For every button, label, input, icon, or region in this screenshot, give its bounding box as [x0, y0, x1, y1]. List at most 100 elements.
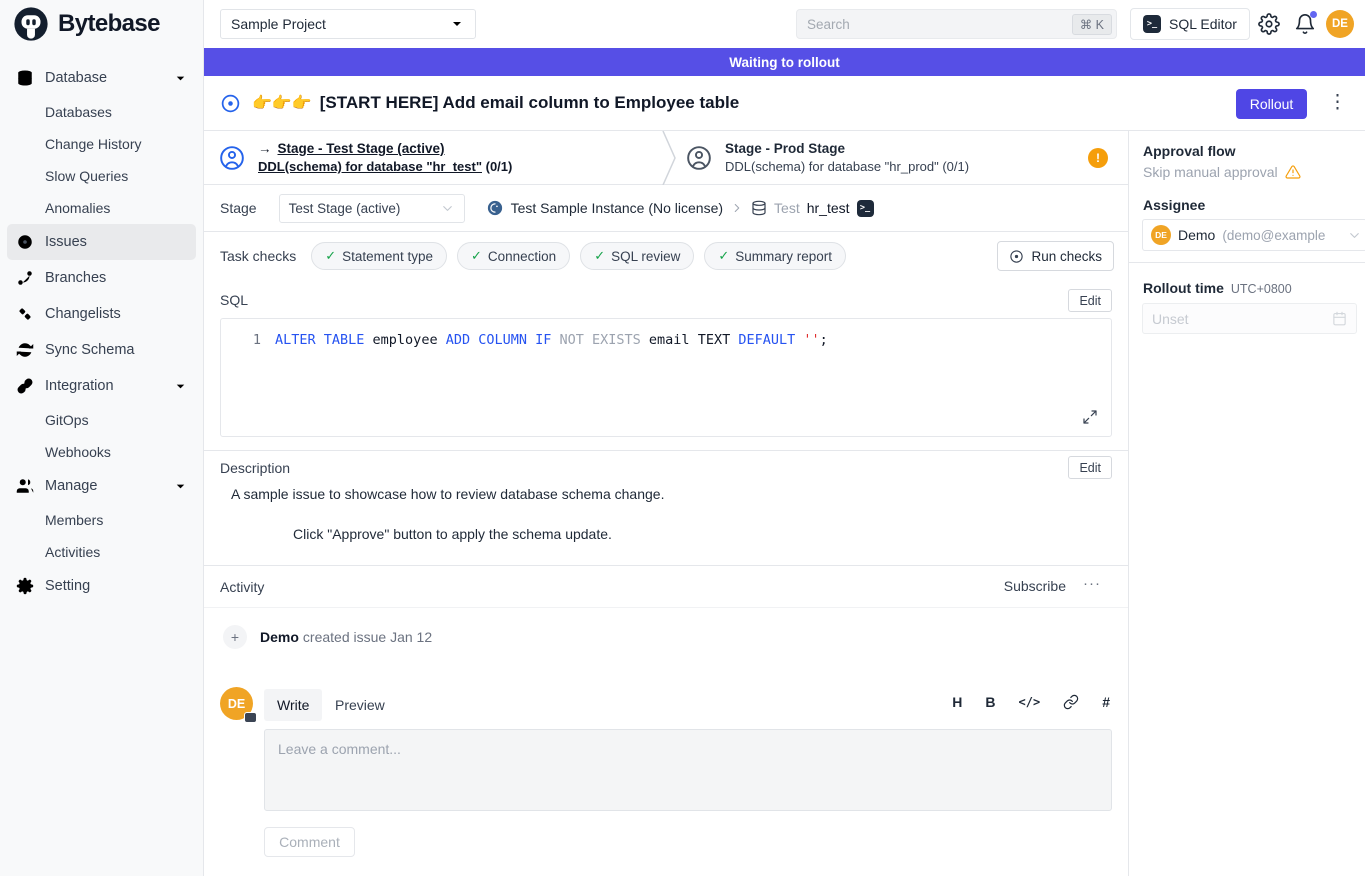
sidebar-item-slow-queries[interactable]: Slow Queries: [7, 160, 196, 192]
sql-edit-button[interactable]: Edit: [1068, 289, 1112, 312]
sidebar-item-anomalies[interactable]: Anomalies: [7, 192, 196, 224]
description-edit-button[interactable]: Edit: [1068, 456, 1112, 479]
code-icon[interactable]: </>: [1019, 695, 1041, 709]
section-divider: [204, 565, 1128, 566]
chevron-down-icon: [1347, 228, 1362, 243]
user-avatar[interactable]: DE: [1326, 10, 1354, 38]
bytebase-logo-icon: [12, 5, 50, 43]
stage-card-prod[interactable]: Stage - Prod Stage DDL(schema) for datab…: [676, 131, 1128, 184]
warning-triangle-icon: [1285, 164, 1301, 180]
sidebar-item-issues[interactable]: Issues: [7, 224, 196, 260]
sidebar-item-label: Branches: [45, 270, 106, 286]
description-section-label: Description: [220, 460, 290, 476]
calendar-icon: [1332, 311, 1347, 326]
database-breadcrumb: Test Sample Instance (No license) Test h…: [486, 199, 874, 217]
rollout-button[interactable]: Rollout: [1236, 89, 1307, 119]
check-pill-summary-report[interactable]: ✓ Summary report: [704, 242, 846, 270]
tab-preview[interactable]: Preview: [322, 689, 398, 721]
issue-title: [START HERE] Add email column to Employe…: [320, 93, 739, 113]
sidebar-item-label: Manage: [45, 478, 97, 494]
comment-avatar: DE: [220, 687, 253, 720]
comment-submit-button[interactable]: Comment: [264, 827, 355, 857]
circle-dot-icon: [16, 233, 34, 251]
sidebar-item-activities[interactable]: Activities: [7, 536, 196, 568]
attention-icon: !: [1088, 148, 1108, 168]
right-panel: Approval flow Skip manual approval Assig…: [1128, 131, 1365, 876]
check-pill-statement-type[interactable]: ✓ Statement type: [311, 242, 447, 270]
stage-select-value: Test Stage (active): [289, 201, 401, 216]
chevron-down-icon: [173, 479, 188, 494]
project-select[interactable]: Sample Project: [220, 9, 476, 39]
brand-logo[interactable]: Bytebase: [0, 0, 203, 48]
stage-card-test[interactable]: →Stage - Test Stage (active) DDL(schema)…: [204, 131, 662, 184]
assignee-label: Assignee: [1143, 197, 1205, 213]
sidebar-item-members[interactable]: Members: [7, 504, 196, 536]
sql-editor-button[interactable]: >_ SQL Editor: [1130, 8, 1250, 40]
subscribe-button[interactable]: Subscribe: [1004, 578, 1066, 594]
search-input[interactable]: [807, 17, 1072, 32]
chevron-down-icon: [449, 16, 465, 32]
heading-icon[interactable]: H: [952, 694, 962, 710]
comment-input[interactable]: [264, 729, 1112, 811]
run-checks-button[interactable]: Run checks: [997, 241, 1114, 271]
current-stage-arrow-icon: →: [258, 141, 272, 156]
database-name[interactable]: hr_test: [807, 200, 850, 216]
stage-select[interactable]: Test Stage (active): [279, 194, 465, 223]
notifications-button[interactable]: [1294, 13, 1316, 35]
stage-timeline: →Stage - Test Stage (active) DDL(schema)…: [204, 131, 1128, 185]
sidebar-item-integration[interactable]: Integration: [7, 368, 196, 404]
check-pill-sql-review[interactable]: ✓ SQL review: [580, 242, 694, 270]
run-icon: [1009, 249, 1024, 264]
gear-icon[interactable]: [1258, 13, 1280, 35]
person-circle-icon: [219, 145, 245, 171]
sidebar-item-setting[interactable]: Setting: [7, 568, 196, 604]
section-divider: [204, 450, 1128, 451]
sidebar-item-branches[interactable]: Branches: [7, 260, 196, 296]
sidebar-nav: Database Databases Change History Slow Q…: [0, 60, 203, 604]
link-icon[interactable]: [1063, 694, 1079, 710]
sidebar-item-change-history[interactable]: Change History: [7, 128, 196, 160]
sidebar-item-webhooks[interactable]: Webhooks: [7, 436, 196, 468]
check-pill-connection[interactable]: ✓ Connection: [457, 242, 570, 270]
link-icon: [16, 377, 34, 395]
assignee-select[interactable]: DE Demo (demo@example: [1142, 219, 1365, 251]
sidebar-item-gitops[interactable]: GitOps: [7, 404, 196, 436]
activity-action: created issue Jan 12: [303, 629, 432, 645]
search-box[interactable]: ⌘ K: [796, 9, 1117, 39]
sidebar-item-database[interactable]: Database: [7, 60, 196, 96]
issue-status-icon: [220, 93, 241, 114]
sql-section-label: SQL: [220, 292, 248, 308]
bold-icon[interactable]: B: [985, 694, 995, 710]
users-icon: [16, 477, 34, 495]
task-checks-label: Task checks: [220, 248, 296, 264]
sql-editor[interactable]: 1ALTER TABLE employee ADD COLUMN IF NOT …: [220, 318, 1112, 437]
sync-icon: [16, 341, 34, 359]
notification-dot: [1310, 11, 1317, 18]
tab-write[interactable]: Write: [264, 689, 322, 721]
assignee-name: Demo: [1178, 227, 1215, 243]
open-sql-editor-icon[interactable]: >_: [857, 200, 874, 217]
instance-name[interactable]: Test Sample Instance (No license): [511, 200, 723, 216]
project-select-value: Sample Project: [231, 16, 326, 32]
sidebar-item-manage[interactable]: Manage: [7, 468, 196, 504]
stage-separator: [662, 131, 676, 185]
approval-flow-value: Skip manual approval: [1143, 164, 1301, 180]
sidebar-item-label: Issues: [45, 234, 87, 250]
changelist-icon: [16, 305, 34, 323]
check-icon: ✓: [718, 248, 729, 264]
issue-menu-kebab[interactable]: ⋮: [1328, 90, 1347, 116]
activity-menu-dots[interactable]: ···: [1083, 575, 1101, 592]
sidebar-item-label: Database: [45, 70, 107, 86]
task-progress: (0/1): [486, 159, 513, 174]
sidebar-item-sync-schema[interactable]: Sync Schema: [7, 332, 196, 368]
sidebar-item-label: Setting: [45, 578, 90, 594]
expand-icon[interactable]: [1082, 409, 1098, 425]
status-banner-text: Waiting to rollout: [729, 55, 839, 70]
sidebar-item-changelists[interactable]: Changelists: [7, 296, 196, 332]
rollout-time-picker[interactable]: Unset: [1142, 303, 1357, 334]
chevron-down-icon: [173, 71, 188, 86]
chevron-down-icon: [173, 379, 188, 394]
sidebar-item-databases[interactable]: Databases: [7, 96, 196, 128]
hash-icon[interactable]: #: [1102, 694, 1110, 710]
description-paragraph: Click "Approve" button to apply the sche…: [293, 526, 612, 542]
